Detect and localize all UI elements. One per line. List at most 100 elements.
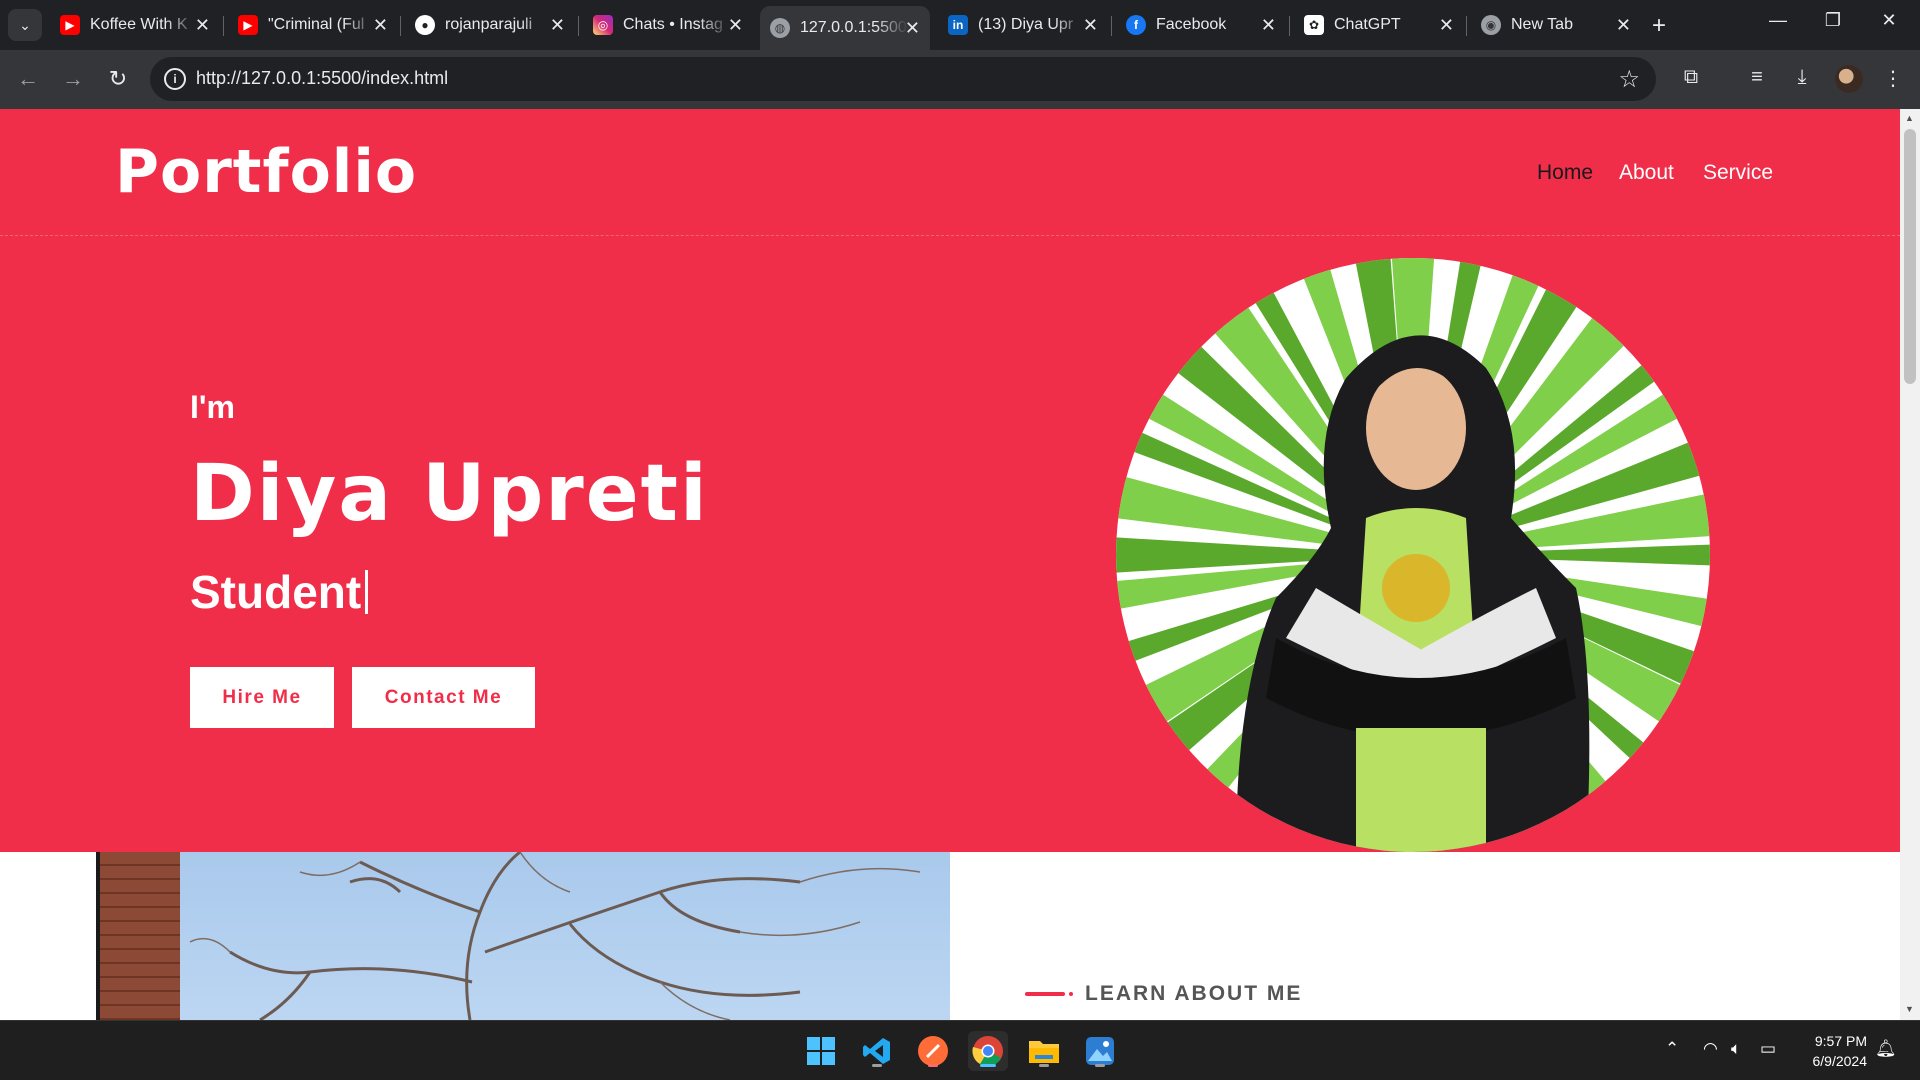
about-kicker: LEARN ABOUT ME [1025, 982, 1302, 1006]
tab-criminal[interactable]: ▶ "Criminal (Ful ✕ [228, 8, 398, 42]
windows-start-icon[interactable] [801, 1031, 841, 1071]
portrait-illustration [1116, 258, 1710, 852]
minimize-icon[interactable]: — [1755, 10, 1801, 31]
tab-title: "Criminal (Ful [268, 16, 365, 33]
new-tab-button[interactable]: + [1652, 12, 1666, 40]
tab-title: rojanparajuli [445, 16, 533, 33]
bookmark-star-icon[interactable]: ☆ [1618, 65, 1640, 94]
youtube-icon: ▶ [60, 15, 80, 35]
close-icon[interactable]: ✕ [1439, 15, 1454, 36]
tab-linkedin[interactable]: in (13) Diya Upr ✕ [938, 8, 1108, 42]
scrollbar-thumb[interactable] [1904, 129, 1916, 384]
scroll-down-icon[interactable]: ▼ [1905, 1004, 1914, 1014]
tab-title: Chats • Instag [623, 16, 723, 33]
tab-search-button[interactable]: ⌄ [8, 9, 42, 41]
globe-icon: ◍ [770, 18, 790, 38]
kicker-text: LEARN ABOUT ME [1085, 982, 1303, 1005]
close-icon[interactable]: ✕ [905, 18, 920, 39]
reload-icon[interactable]: ↻ [103, 66, 133, 92]
kicker-dot [1069, 992, 1073, 996]
tab-localhost[interactable]: ◍ 127.0.0.1:5500 ✕ [760, 6, 930, 50]
running-indicator [1095, 1064, 1105, 1067]
running-indicator [1039, 1064, 1049, 1067]
tab-title: Facebook [1156, 16, 1227, 33]
media-controls-icon[interactable]: ≡ [1742, 66, 1772, 89]
profile-avatar[interactable] [1835, 65, 1863, 93]
close-icon[interactable]: ✕ [728, 15, 743, 36]
back-icon[interactable]: ← [13, 66, 43, 92]
hero-section: Portfolio Home About Service I'm Diya Up… [0, 109, 1900, 852]
windows-taskbar: ⌃ ◠ 🔈︎ ▭ 9:57 PM 6/9/2024 🔔︎ [0, 1020, 1920, 1080]
close-icon[interactable]: ✕ [550, 15, 565, 36]
hero-role: Student [190, 565, 369, 619]
hero-role-text: Student [190, 566, 362, 618]
tab-newtab[interactable]: ◉ New Tab ✕ [1471, 8, 1641, 42]
close-icon[interactable]: ✕ [195, 15, 210, 36]
close-icon[interactable]: ✕ [1261, 15, 1276, 36]
page-viewport: Portfolio Home About Service I'm Diya Up… [0, 109, 1900, 1020]
chrome-icon: ◉ [1481, 15, 1501, 35]
running-indicator [872, 1064, 882, 1067]
linkedin-icon: in [948, 15, 968, 35]
scroll-up-icon[interactable]: ▲ [1905, 113, 1914, 123]
hire-me-button[interactable]: Hire Me [190, 667, 334, 728]
typing-cursor [365, 570, 369, 614]
tab-github[interactable]: ● rojanparajuli ✕ [405, 8, 575, 42]
battery-icon[interactable]: ▭ [1760, 1039, 1776, 1059]
extensions-icon[interactable]: ⧉ [1676, 66, 1706, 89]
close-icon[interactable]: ✕ [1083, 15, 1098, 36]
tab-title: (13) Diya Upr [978, 16, 1074, 33]
tab-title: 127.0.0.1:5500 [800, 19, 907, 36]
contact-me-button[interactable]: Contact Me [352, 667, 535, 728]
system-clock[interactable]: 9:57 PM 6/9/2024 [1797, 1031, 1868, 1071]
close-icon[interactable]: ✕ [373, 15, 388, 36]
tab-instagram[interactable]: ◎ Chats • Instag ✕ [583, 8, 753, 42]
notification-bell-icon[interactable]: 🔔︎ [1875, 1039, 1897, 1059]
tab-koffee[interactable]: ▶ Koffee With K ✕ [50, 8, 220, 42]
forward-icon[interactable]: → [58, 66, 88, 92]
nav-about[interactable]: About [1619, 161, 1674, 185]
profile-portrait [1116, 258, 1710, 852]
tab-title: ChatGPT [1334, 16, 1401, 33]
photos-icon[interactable] [1080, 1031, 1120, 1071]
about-section: LEARN ABOUT ME [0, 852, 1900, 1020]
tab-title: Koffee With K [90, 16, 188, 33]
tray-chevron-icon[interactable]: ⌃ [1665, 1039, 1679, 1059]
kicker-line [1025, 992, 1065, 996]
tab-title: New Tab [1511, 16, 1573, 33]
browser-toolbar: ← → ↻ i http://127.0.0.1:5500/index.html… [0, 50, 1920, 109]
restore-icon[interactable]: ❐ [1810, 10, 1856, 31]
volume-icon[interactable]: 🔈︎ [1731, 1039, 1741, 1059]
facebook-icon: f [1126, 15, 1146, 35]
address-bar[interactable]: i http://127.0.0.1:5500/index.html ☆ [150, 57, 1656, 101]
url-text[interactable]: http://127.0.0.1:5500/index.html [196, 68, 448, 89]
nav-service[interactable]: Service [1703, 161, 1773, 185]
site-logo[interactable]: Portfolio [115, 137, 417, 207]
close-icon[interactable]: ✕ [1616, 15, 1631, 36]
site-navbar: Portfolio Home About Service [0, 109, 1900, 236]
page-scrollbar[interactable]: ▲ ▼ [1900, 109, 1920, 1020]
wifi-icon[interactable]: ◠ [1703, 1039, 1718, 1059]
menu-kebab-icon[interactable]: ⋮ [1878, 66, 1908, 91]
file-explorer-icon[interactable] [1024, 1031, 1064, 1071]
clock-time: 9:57 PM [1814, 1033, 1867, 1049]
about-photo [96, 852, 950, 1020]
vscode-icon[interactable] [857, 1031, 897, 1071]
running-indicator [980, 1064, 996, 1067]
download-icon[interactable]: ⤓ [1787, 66, 1817, 89]
tab-chatgpt[interactable]: ✿ ChatGPT ✕ [1294, 8, 1464, 42]
tab-facebook[interactable]: f Facebook ✕ [1116, 8, 1286, 42]
github-icon: ● [415, 15, 435, 35]
instagram-icon: ◎ [593, 15, 613, 35]
hero-intro: I'm [190, 389, 235, 425]
clock-date: 6/9/2024 [1812, 1053, 1868, 1069]
postman-icon[interactable] [913, 1031, 953, 1071]
hero-name: Diya Upreti [190, 449, 709, 539]
tree-branches [189, 852, 921, 1020]
nav-home[interactable]: Home [1537, 161, 1593, 185]
site-info-icon[interactable]: i [164, 68, 186, 90]
tab-strip: ⌄ ▶ Koffee With K ✕ ▶ "Criminal (Ful ✕ ●… [0, 0, 1920, 50]
chrome-icon[interactable] [968, 1031, 1008, 1071]
close-window-icon[interactable]: ✕ [1866, 10, 1912, 31]
running-indicator [928, 1064, 938, 1067]
